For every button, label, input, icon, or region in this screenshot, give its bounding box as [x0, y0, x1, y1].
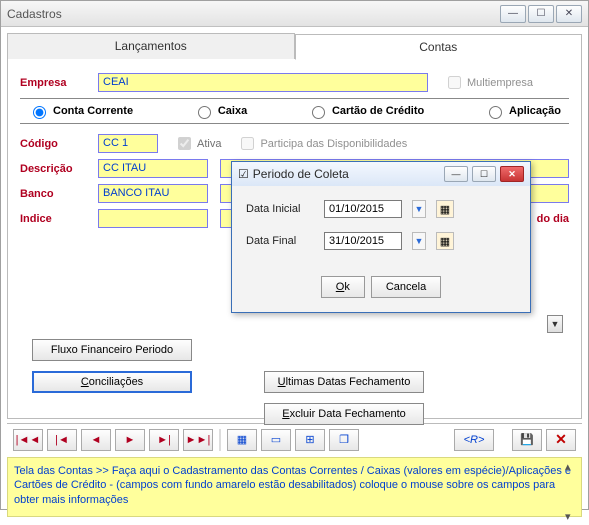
fluxo-financeiro-button[interactable]: Fluxo Financeiro Periodo	[32, 339, 192, 361]
scroll-up-icon[interactable]: ▴	[565, 460, 579, 474]
tab-contas[interactable]: Contas	[295, 34, 583, 60]
excluir-data-button[interactable]: Excluir Data FechamentoExcluir Data Fech…	[264, 403, 424, 425]
nav-next-button[interactable]: ►	[115, 429, 145, 451]
help-panel: Tela das Contas >> Faça aqui o Cadastram…	[7, 457, 582, 517]
scroll-down-icon[interactable]: ▾	[565, 510, 579, 524]
radio-conta-corrente[interactable]: Conta Corrente	[28, 103, 133, 119]
nav-next-page-button[interactable]: ►|	[149, 429, 179, 451]
r-button[interactable]: <R>	[454, 429, 494, 451]
grid-icon[interactable]: ⊞	[295, 429, 325, 451]
dialog-actions: OkOk Cancela	[232, 268, 530, 312]
new-page-icon[interactable]: ▭	[261, 429, 291, 451]
ativa-label: Ativa	[197, 138, 221, 150]
dialog-titlebar: ☑ Periodo de Coleta — ☐ ✕	[232, 162, 530, 186]
data-inicial-calendar-icon[interactable]: ▦	[436, 200, 454, 218]
participa-label: Participa das Disponibilidades	[260, 138, 407, 150]
window-title: Cadastros	[7, 7, 500, 21]
indice-field[interactable]	[98, 209, 208, 228]
empresa-label: Empresa	[20, 77, 90, 89]
data-final-label: Data Final	[246, 235, 314, 247]
banco-label: Banco	[20, 188, 90, 200]
save-icon[interactable]: 💾	[512, 429, 542, 451]
titlebar: Cadastros — ☐ ✕	[1, 1, 588, 27]
copy-icon[interactable]: ❐	[329, 429, 359, 451]
ativa-check-input[interactable]	[178, 137, 191, 150]
ok-button[interactable]: OkOk	[321, 276, 365, 298]
dialog-maximize-button[interactable]: ☐	[472, 166, 496, 182]
periodo-coleta-dialog: ☑ Periodo de Coleta — ☐ ✕ Data Inicial ▼…	[231, 161, 531, 313]
banco-field[interactable]: BANCO ITAU	[98, 184, 208, 203]
nav-toolbar: |◄◄ |◄ ◄ ► ►| ►►| ▦ ▭ ⊞ ❐ <R> 💾 ✕	[7, 423, 582, 455]
conciliacoes-button[interactable]: CConciliaçõesonciliações	[32, 371, 192, 393]
tab-lancamentos[interactable]: Lançamentos	[7, 33, 295, 59]
nav-first-button[interactable]: |◄◄	[13, 429, 43, 451]
ativa-checkbox[interactable]: Ativa	[174, 134, 221, 153]
participa-check-input[interactable]	[241, 137, 254, 150]
delete-icon[interactable]: ✕	[546, 429, 576, 451]
radio-cartao[interactable]: Cartão de Crédito	[307, 103, 424, 119]
maximize-button[interactable]: ☐	[528, 5, 554, 23]
close-button[interactable]: ✕	[556, 5, 582, 23]
dialog-close-button[interactable]: ✕	[500, 166, 524, 182]
descricao-field[interactable]: CC ITAU	[98, 159, 208, 178]
dropdown-handle[interactable]: ▼	[547, 315, 563, 333]
descricao-label: Descrição	[20, 163, 90, 175]
data-inicial-input[interactable]	[324, 200, 402, 218]
data-inicial-dropdown-icon[interactable]: ▼	[412, 200, 426, 218]
nav-last-button[interactable]: ►►|	[183, 429, 213, 451]
data-final-dropdown-icon[interactable]: ▼	[412, 232, 426, 250]
nav-prev-page-button[interactable]: |◄	[47, 429, 77, 451]
calendar-icon[interactable]: ▦	[227, 429, 257, 451]
multiempresa-label: Multiempresa	[467, 77, 533, 89]
nav-prev-button[interactable]: ◄	[81, 429, 111, 451]
radio-aplicacao[interactable]: Aplicação	[484, 103, 561, 119]
indice-label: Indice	[20, 213, 90, 225]
data-final-input[interactable]	[324, 232, 402, 250]
codigo-label: Código	[20, 138, 90, 150]
cancela-button[interactable]: Cancela	[371, 276, 441, 298]
multiempresa-checkbox[interactable]: Multiempresa	[444, 73, 533, 92]
data-inicial-label: Data Inicial	[246, 203, 314, 215]
left-button-column: Fluxo Financeiro Periodo CConciliaçõeson…	[32, 339, 192, 393]
dialog-minimize-button[interactable]: —	[444, 166, 468, 182]
window-controls: — ☐ ✕	[500, 5, 582, 23]
minimize-button[interactable]: —	[500, 5, 526, 23]
participa-checkbox[interactable]: Participa das Disponibilidades	[237, 134, 407, 153]
nav-separator	[219, 429, 221, 451]
multiempresa-check-input[interactable]	[448, 76, 461, 89]
help-text: Tela das Contas >> Faça aqui o Cadastram…	[14, 465, 571, 506]
data-final-calendar-icon[interactable]: ▦	[436, 232, 454, 250]
dialog-body: Data Inicial ▼ ▦ Data Final ▼ ▦	[232, 186, 530, 268]
codigo-field[interactable]: CC 1	[98, 134, 158, 153]
checklist-icon: ☑	[238, 167, 249, 181]
account-type-radios: Conta Corrente Caixa Cartão de Crédito A…	[20, 98, 569, 124]
tab-bar: Lançamentos Contas	[7, 33, 582, 59]
dialog-title: Periodo de Coleta	[253, 167, 349, 181]
main-window: Cadastros — ☐ ✕ Lançamentos Contas Empre…	[0, 0, 589, 510]
radio-caixa[interactable]: Caixa	[193, 103, 247, 119]
ultimas-datas-button[interactable]: Ultimas Datas FechamentoUltimas Datas Fe…	[264, 371, 424, 393]
empresa-field[interactable]: CEAI	[98, 73, 428, 92]
right-button-column: Ultimas Datas FechamentoUltimas Datas Fe…	[264, 371, 424, 425]
help-scroll[interactable]: ▴ ▾	[565, 460, 579, 525]
dodia-label: do dia	[537, 213, 569, 225]
